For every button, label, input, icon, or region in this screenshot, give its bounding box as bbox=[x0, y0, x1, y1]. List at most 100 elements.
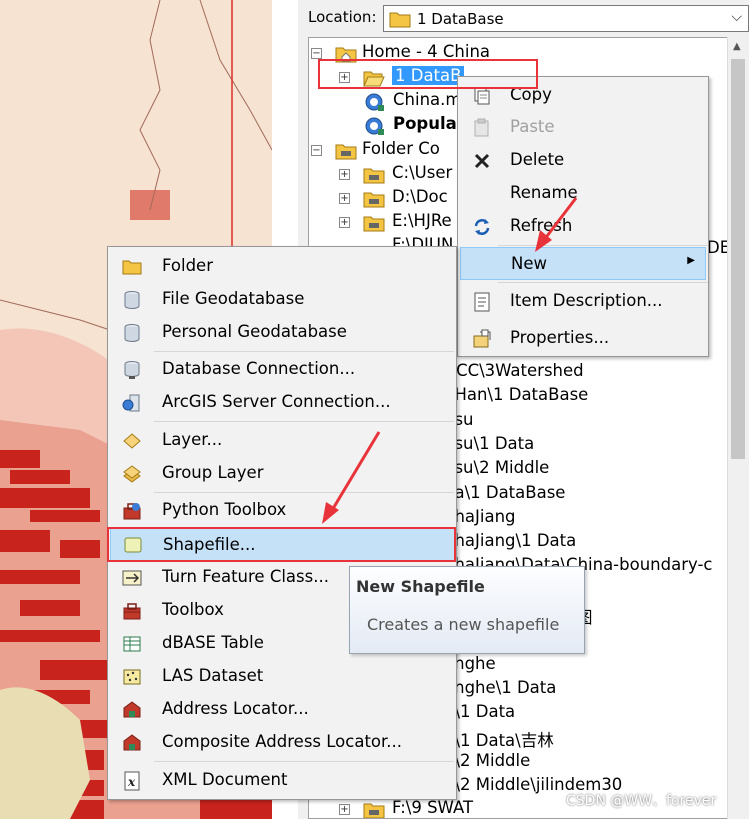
menu-label-rename: Rename bbox=[510, 183, 578, 202]
menu-item-refresh[interactable]: Refresh bbox=[460, 211, 706, 242]
item-description-icon bbox=[474, 292, 490, 312]
tree-path-row[interactable]: nsu\2 Middle bbox=[444, 458, 549, 482]
tree-label-folder-connections: Folder Co bbox=[362, 139, 440, 158]
las-dataset-icon bbox=[123, 669, 141, 685]
menu-label-las-dataset: LAS Dataset bbox=[162, 666, 264, 685]
map-document-icon bbox=[365, 117, 384, 135]
copy-icon bbox=[474, 87, 490, 105]
scroll-up-icon[interactable]: ▲ bbox=[733, 41, 741, 52]
menu-item-database-connection[interactable]: Database Connection... bbox=[110, 354, 456, 385]
chevron-down-icon[interactable]: ⌵ bbox=[731, 9, 742, 25]
menu-item-layer[interactable]: Layer... bbox=[110, 425, 456, 456]
menu-item-xml-document[interactable]: x XML Document bbox=[110, 765, 456, 796]
tree-path-row[interactable]: na\1 DataBase bbox=[444, 483, 565, 507]
menu-separator bbox=[154, 492, 454, 493]
tree-label-c-users: C:\User bbox=[392, 163, 453, 182]
menu-label-personal-geodatabase: Personal Geodatabase bbox=[162, 322, 347, 341]
expand-icon[interactable]: + bbox=[339, 804, 350, 815]
tree-label-f-swat: F:\9 SWAT bbox=[392, 798, 474, 817]
menu-item-python-toolbox[interactable]: Python Toolbox bbox=[110, 495, 456, 526]
database-connection-icon bbox=[124, 361, 140, 379]
collapse-icon[interactable]: − bbox=[311, 48, 322, 59]
location-value: 1 DataBase bbox=[417, 10, 504, 28]
folder-icon bbox=[389, 12, 411, 28]
expand-icon[interactable]: + bbox=[339, 217, 350, 228]
folder-connection-icon bbox=[363, 803, 385, 818]
menu-label-group-layer: Group Layer bbox=[162, 463, 264, 482]
address-locator-icon bbox=[123, 701, 141, 718]
tree-path-row[interactable]: UCC\3Watershed bbox=[444, 361, 584, 385]
menu-item-properties[interactable]: Properties... bbox=[460, 323, 706, 354]
python-toolbox-icon bbox=[123, 503, 141, 520]
file-geodatabase-icon bbox=[124, 291, 140, 309]
tree-node-d-doc[interactable]: + D:\Doc bbox=[339, 187, 469, 211]
menu-label-database-connection: Database Connection... bbox=[162, 359, 356, 378]
submenu-arrow-icon: ▶ bbox=[687, 255, 695, 266]
menu-item-new[interactable]: New ▶ bbox=[460, 247, 706, 280]
menu-label-layer: Layer... bbox=[162, 430, 223, 449]
paste-icon bbox=[474, 118, 489, 137]
menu-label-file-geodatabase: File Geodatabase bbox=[162, 289, 305, 308]
refresh-icon bbox=[474, 219, 490, 235]
menu-label-python-toolbox: Python Toolbox bbox=[162, 500, 287, 519]
personal-geodatabase-icon bbox=[124, 324, 140, 342]
toolbox-icon bbox=[123, 603, 141, 620]
location-dropdown[interactable]: 1 DataBase ⌵ bbox=[383, 5, 749, 32]
svg-text:x: x bbox=[127, 775, 136, 789]
scrollbar-thumb[interactable] bbox=[731, 59, 745, 459]
tree-label-d-doc: D:\Doc bbox=[392, 187, 448, 206]
menu-label-folder: Folder bbox=[162, 256, 213, 275]
menu-item-las-dataset[interactable]: LAS Dataset bbox=[110, 661, 456, 692]
tree-path-row[interactable]: anghe\1 Data bbox=[444, 678, 556, 702]
menu-separator bbox=[154, 351, 454, 352]
menu-item-arcgis-server-connection[interactable]: ArcGIS Server Connection... bbox=[110, 387, 456, 418]
tooltip: New Shapefile Creates a new shapefile bbox=[349, 566, 585, 654]
tree-path-row[interactable]: nsu\1 Data bbox=[444, 434, 534, 458]
folder-connection-icon bbox=[335, 144, 357, 160]
menu-label-paste: Paste bbox=[510, 117, 555, 136]
annotation-box-database bbox=[318, 59, 538, 89]
map-document-icon bbox=[365, 93, 384, 111]
menu-item-rename[interactable]: Rename bbox=[460, 178, 706, 209]
tree-path-row[interactable]: uHan\1 DataBase bbox=[444, 385, 588, 409]
menu-item-item-description[interactable]: Item Description... bbox=[460, 286, 706, 317]
folder-connection-icon bbox=[363, 168, 385, 184]
new-submenu: Folder File Geodatabase Personal Geodata… bbox=[107, 246, 457, 800]
folder-connection-icon bbox=[363, 192, 385, 208]
menu-label-new: New bbox=[511, 254, 547, 273]
tree-label-e-hjre: E:\HJRe bbox=[392, 211, 452, 230]
tree-node-e-hjre[interactable]: + E:\HJRe bbox=[339, 211, 469, 235]
menu-item-delete[interactable]: Delete bbox=[460, 145, 706, 176]
menu-item-paste[interactable]: Paste bbox=[460, 112, 706, 143]
menu-item-personal-geodatabase[interactable]: Personal Geodatabase bbox=[110, 317, 456, 348]
menu-label-dbase-table: dBASE Table bbox=[162, 633, 264, 652]
menu-label-xml-document: XML Document bbox=[162, 770, 288, 789]
expand-icon[interactable]: + bbox=[339, 193, 350, 204]
turn-feature-class-icon bbox=[122, 570, 142, 586]
menu-separator bbox=[498, 245, 708, 246]
watermark: CSDN @WW、forever bbox=[566, 793, 717, 809]
menu-separator bbox=[154, 761, 454, 762]
location-label: Location: bbox=[308, 8, 377, 26]
menu-separator bbox=[498, 282, 708, 283]
collapse-icon[interactable]: − bbox=[311, 145, 322, 156]
menu-item-folder[interactable]: Folder bbox=[110, 251, 456, 282]
tree-node-folder-connections[interactable]: − Folder Co bbox=[311, 139, 471, 163]
menu-item-group-layer[interactable]: Group Layer bbox=[110, 458, 456, 489]
delete-icon bbox=[474, 153, 490, 169]
tree-node-c-users[interactable]: + C:\User bbox=[339, 163, 469, 187]
menu-label-refresh: Refresh bbox=[510, 216, 573, 235]
menu-item-composite-address-locator[interactable]: Composite Address Locator... bbox=[110, 727, 456, 758]
tree-scrollbar[interactable]: ▲ bbox=[727, 37, 747, 819]
expand-icon[interactable]: + bbox=[339, 169, 350, 180]
tree-node-f-swat[interactable]: + F:\9 SWAT bbox=[339, 798, 499, 818]
group-layer-icon bbox=[123, 465, 141, 483]
menu-item-file-geodatabase[interactable]: File Geodatabase bbox=[110, 284, 456, 315]
tree-label-china-mxd: China.m bbox=[393, 90, 462, 109]
arcgis-server-icon bbox=[122, 394, 140, 412]
tree-path-row[interactable]: ShaJiang\1 Data bbox=[444, 531, 576, 555]
location-bar: Location: 1 DataBase ⌵ bbox=[298, 0, 749, 36]
annotation-box-shapefile bbox=[107, 527, 456, 562]
tree-path-row[interactable]: n\1 Data\吉林 bbox=[444, 727, 554, 751]
menu-item-address-locator[interactable]: Address Locator... bbox=[110, 694, 456, 725]
